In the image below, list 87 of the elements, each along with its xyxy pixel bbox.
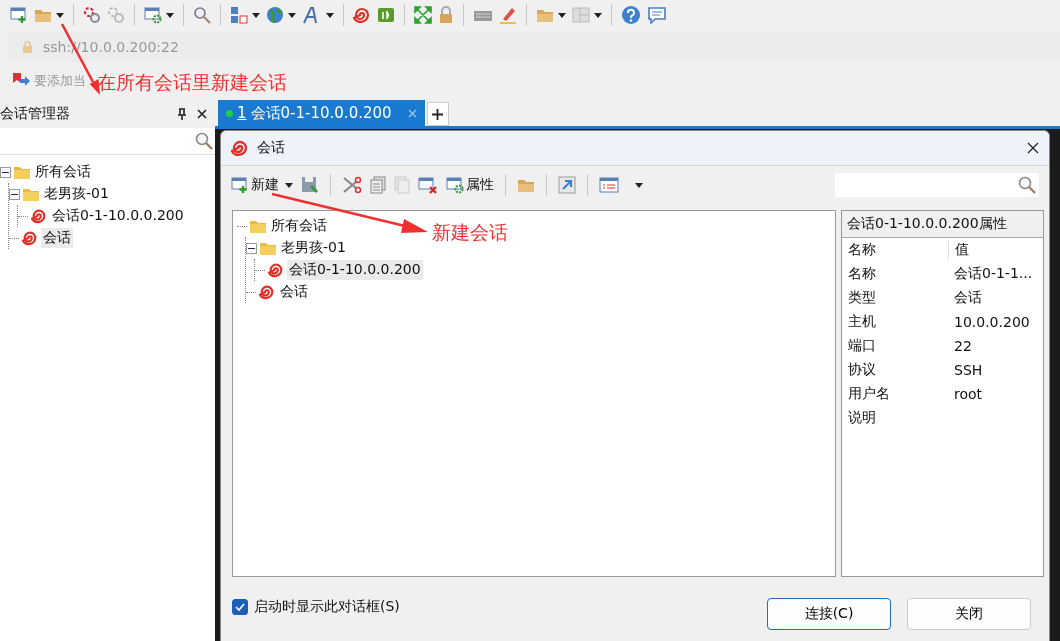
caret-icon[interactable]: [326, 12, 334, 18]
property-value: 会话: [953, 289, 982, 307]
property-name: 类型: [847, 289, 877, 307]
link-bar-hint: 要添加当: [34, 72, 86, 90]
lock-icon: [22, 41, 33, 53]
property-name: 协议: [847, 361, 877, 379]
session-tab[interactable]: 1 会话0-1-10.0.0.200: [218, 100, 425, 126]
new-session-icon: [231, 176, 249, 194]
new-tab-button[interactable]: [426, 102, 449, 126]
save-icon[interactable]: [301, 176, 319, 194]
caret-icon[interactable]: [635, 182, 643, 188]
collapse-toggle[interactable]: [246, 242, 257, 254]
collapse-toggle[interactable]: [9, 188, 20, 200]
tree-item[interactable]: 老男孩-01: [42, 184, 111, 204]
spiral-icon[interactable]: [353, 6, 371, 24]
folder-icon: [260, 241, 276, 255]
caret-icon[interactable]: [594, 12, 602, 18]
checkbox-label: 启动时显示此对话框(S): [254, 598, 400, 616]
property-value: 22: [953, 338, 972, 354]
reconnect-icon[interactable]: [83, 6, 101, 24]
tab-number: 1: [237, 104, 247, 122]
settings-icon[interactable]: [144, 6, 162, 24]
help-icon[interactable]: [621, 5, 641, 25]
app-icon[interactable]: [377, 6, 395, 24]
shortcut-icon[interactable]: [558, 176, 576, 194]
property-value: root: [953, 386, 983, 402]
caret-icon[interactable]: [166, 12, 174, 18]
search-field[interactable]: [835, 173, 1039, 197]
property-name: 主机: [847, 313, 877, 331]
properties-title: 会话0-1-10.0.0.200属性: [842, 211, 1043, 238]
close-icon[interactable]: [1027, 142, 1039, 154]
annotation-text: 新建会话: [432, 220, 508, 245]
dialog-title: 会话: [257, 139, 286, 157]
chat-icon[interactable]: [647, 6, 667, 24]
pin-icon[interactable]: [177, 108, 187, 120]
tree-item[interactable]: 老男孩-01: [279, 238, 348, 258]
spiral-icon: [268, 262, 284, 278]
search-icon: [1018, 176, 1036, 194]
folder-icon: [14, 165, 30, 179]
search-icon[interactable]: [193, 6, 211, 24]
caret-icon[interactable]: [558, 12, 566, 18]
property-name: 端口: [847, 337, 877, 355]
tree-item[interactable]: 会话: [41, 228, 73, 248]
list-view-icon[interactable]: [599, 176, 619, 194]
tree-item[interactable]: 会话: [278, 282, 310, 302]
spiral-icon: [22, 230, 38, 246]
property-value: 会话0-1-1...: [953, 265, 1033, 283]
new-button[interactable]: 新建: [231, 176, 279, 194]
copy-icon[interactable]: [370, 176, 386, 194]
caret-icon[interactable]: [285, 182, 293, 188]
property-name: 说明: [847, 409, 877, 427]
close-icon[interactable]: [197, 109, 207, 119]
folder-icon: [23, 187, 39, 201]
caret-icon[interactable]: [288, 12, 296, 18]
property-value: 10.0.0.200: [953, 314, 1030, 330]
spiral-icon: [31, 208, 47, 224]
tab-label: 会话0-1-10.0.0.200: [250, 103, 392, 123]
cut-icon[interactable]: [342, 176, 362, 194]
new-session-icon[interactable]: [10, 6, 28, 24]
dialog-button[interactable]: 连接(C): [767, 598, 891, 630]
spiral-icon: [259, 284, 275, 300]
property-value: SSH: [953, 362, 983, 378]
folder-icon: [250, 219, 266, 233]
property-name: 用户名: [847, 385, 891, 403]
tree-item[interactable]: 会话0-1-10.0.0.200: [287, 260, 423, 280]
tree-item[interactable]: 所有会话: [33, 162, 93, 182]
dialog-button[interactable]: 关闭: [907, 598, 1031, 630]
column-header: 值: [954, 241, 969, 259]
column-header: 名称: [842, 241, 949, 259]
caret-icon[interactable]: [56, 12, 64, 18]
globe-icon[interactable]: [266, 6, 284, 24]
caret-icon[interactable]: [252, 12, 260, 18]
collapse-toggle[interactable]: [0, 166, 11, 178]
plus-icon: [432, 108, 444, 120]
annotation-text: 在所有会话里新建会话: [97, 70, 287, 95]
property-name: 名称: [847, 265, 877, 283]
layout-icon[interactable]: [230, 6, 248, 24]
checkbox[interactable]: [232, 599, 248, 615]
settings-icon: [446, 176, 464, 194]
delete-icon[interactable]: [418, 176, 438, 194]
panel-title: 会话管理器: [0, 105, 71, 123]
properties-button[interactable]: 属性: [446, 176, 494, 194]
tree-item[interactable]: 所有会话: [269, 216, 329, 236]
highlighter-icon[interactable]: [499, 6, 517, 24]
fullscreen-icon[interactable]: [414, 6, 432, 24]
tree-item[interactable]: 会话0-1-10.0.0.200: [50, 206, 186, 226]
spiral-icon: [231, 139, 249, 157]
